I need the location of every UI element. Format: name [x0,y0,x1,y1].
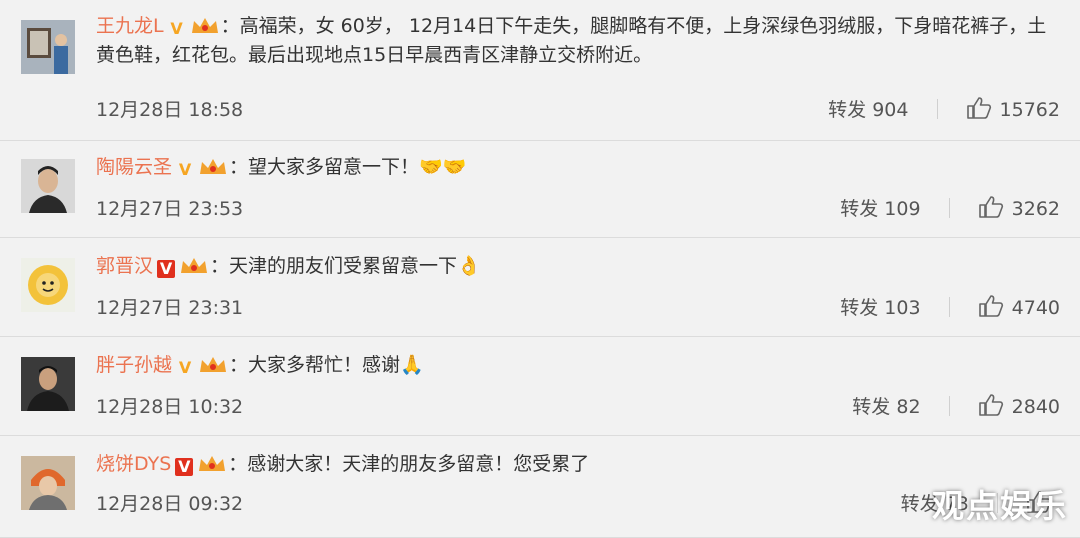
hand-emoji-icon: 👌 [457,255,481,277]
repost-label: 转发 [852,396,891,418]
verified-badge-icon: V [178,358,192,377]
verified-badge-icon: V [157,260,176,278]
comment-actions: 转发 904 15762 [828,96,1060,124]
crown-badge-icon [181,258,208,273]
repost-count: 82 [896,396,921,418]
verified-badge-icon: V [170,19,183,38]
divider [936,99,938,119]
repost-button[interactable]: 转发 82 [852,396,920,418]
crown-badge-icon [200,357,227,372]
like-button[interactable]: 4740 [978,295,1060,319]
comment-actions: 转发 103 4740 [840,294,1060,322]
verified-badge-icon: V [178,160,192,179]
repost-label: 转发 [840,198,879,220]
thumbs-up-icon [978,394,1003,416]
username-link[interactable]: 陶陽云圣 [96,156,172,178]
thumbs-up-icon [978,196,1003,218]
like-count: 4740 [1011,297,1060,319]
comment-actions: 转发 82 2840 [852,393,1060,421]
repost-button[interactable]: 转发 904 [828,99,908,121]
pray-emoji-icon: 🙏 [400,354,424,376]
like-count: 3262 [1011,198,1060,220]
avatar[interactable] [21,159,75,213]
repost-button[interactable]: 转发 103 [840,297,920,319]
comment-meta: 12月28日 10:32 转发 82 2840 [96,393,1060,421]
repost-count: 904 [872,99,909,121]
username-link[interactable]: 王九龙L [96,15,164,37]
like-button[interactable]: 3262 [978,196,1060,220]
repost-count: 109 [884,198,921,220]
handshake-emoji-icon: 🤝🤝 [419,156,467,178]
comment-item: 郭晋汉 V ：天津的朋友们受累留意一下👌 12月27日 23:31 转发 103 4… [0,238,1080,337]
divider [948,198,950,218]
comment-time: 12月27日 23:31 [96,297,244,319]
thumbs-up-icon [978,295,1003,317]
like-count: 15762 [999,99,1060,121]
comment-text: ：感谢大家！天津的朋友多留意！您受累了 [228,453,590,475]
username-link[interactable]: 郭晋汉 [96,255,153,277]
crown-badge-icon [199,456,226,471]
comment-text: ：大家多帮忙！感谢 [229,354,401,376]
watermark-text: 观点娱乐 [931,487,1068,525]
comment-meta: 12月28日 18:58 转发 904 15762 [96,96,1060,124]
avatar[interactable] [21,456,75,510]
comment-content: 陶陽云圣 V ：望大家多留意一下！🤝🤝 [96,153,1056,182]
repost-button[interactable]: 转发 109 [840,198,920,220]
comment-item: 陶陽云圣 V ：望大家多留意一下！🤝🤝 12月27日 23:53 转发 109 32… [0,141,1080,238]
like-count: 2840 [1011,396,1060,418]
comment-content: 烧饼DYS V ：感谢大家！天津的朋友多留意！您受累了 [96,450,1056,479]
comment-content: 郭晋汉 V ：天津的朋友们受累留意一下👌 [96,252,1056,281]
verified-badge-icon: V [175,458,194,476]
comment-item: 胖子孙越 V ：大家多帮忙！感谢🙏 12月28日 10:32 转发 82 2840 [0,337,1080,436]
avatar[interactable] [21,20,75,74]
comment-text: ：高福荣，女 60岁， 12月14日下午走失，腿脚略有不便，上身深绿色羽绒服，下… [96,15,1047,66]
comment-meta: 12月27日 23:31 转发 103 4740 [96,294,1060,322]
comment-meta: 12月27日 23:53 转发 109 3262 [96,195,1060,223]
comment-time: 12月28日 18:58 [96,99,244,121]
comment-content: 王九龙L V ：高福荣，女 60岁， 12月14日下午走失，腿脚略有不便，上身深绿色… [96,12,1056,70]
comment-meta: 12月28日 09:32 转发 73 [96,490,1060,518]
repost-label: 转发 [828,99,867,121]
divider [948,396,950,416]
comment-item: 烧饼DYS V ：感谢大家！天津的朋友多留意！您受累了 12月28日 09:32 转… [0,436,1080,538]
avatar[interactable] [21,357,75,411]
crown-badge-icon [191,18,218,33]
repost-label: 转发 [840,297,879,319]
like-button[interactable]: 15762 [966,97,1060,121]
avatar[interactable] [21,258,75,312]
comment-content: 胖子孙越 V ：大家多帮忙！感谢🙏 [96,351,1056,380]
comment-item: 王九龙L V ：高福荣，女 60岁， 12月14日下午走失，腿脚略有不便，上身深绿色… [0,0,1080,141]
comment-time: 12月28日 10:32 [96,396,244,418]
username-link[interactable]: 烧饼DYS [96,453,171,475]
comment-time: 12月27日 23:53 [96,198,244,220]
comment-text: ：望大家多留意一下！ [229,156,420,178]
comment-actions: 转发 109 3262 [840,195,1060,223]
comment-text: ：天津的朋友们受累留意一下 [210,255,458,277]
comment-time: 12月28日 09:32 [96,493,244,515]
crown-badge-icon [200,159,227,174]
username-link[interactable]: 胖子孙越 [96,354,172,376]
thumbs-up-icon [966,97,991,119]
divider [948,297,950,317]
like-button[interactable]: 2840 [978,394,1060,418]
repost-count: 103 [884,297,921,319]
